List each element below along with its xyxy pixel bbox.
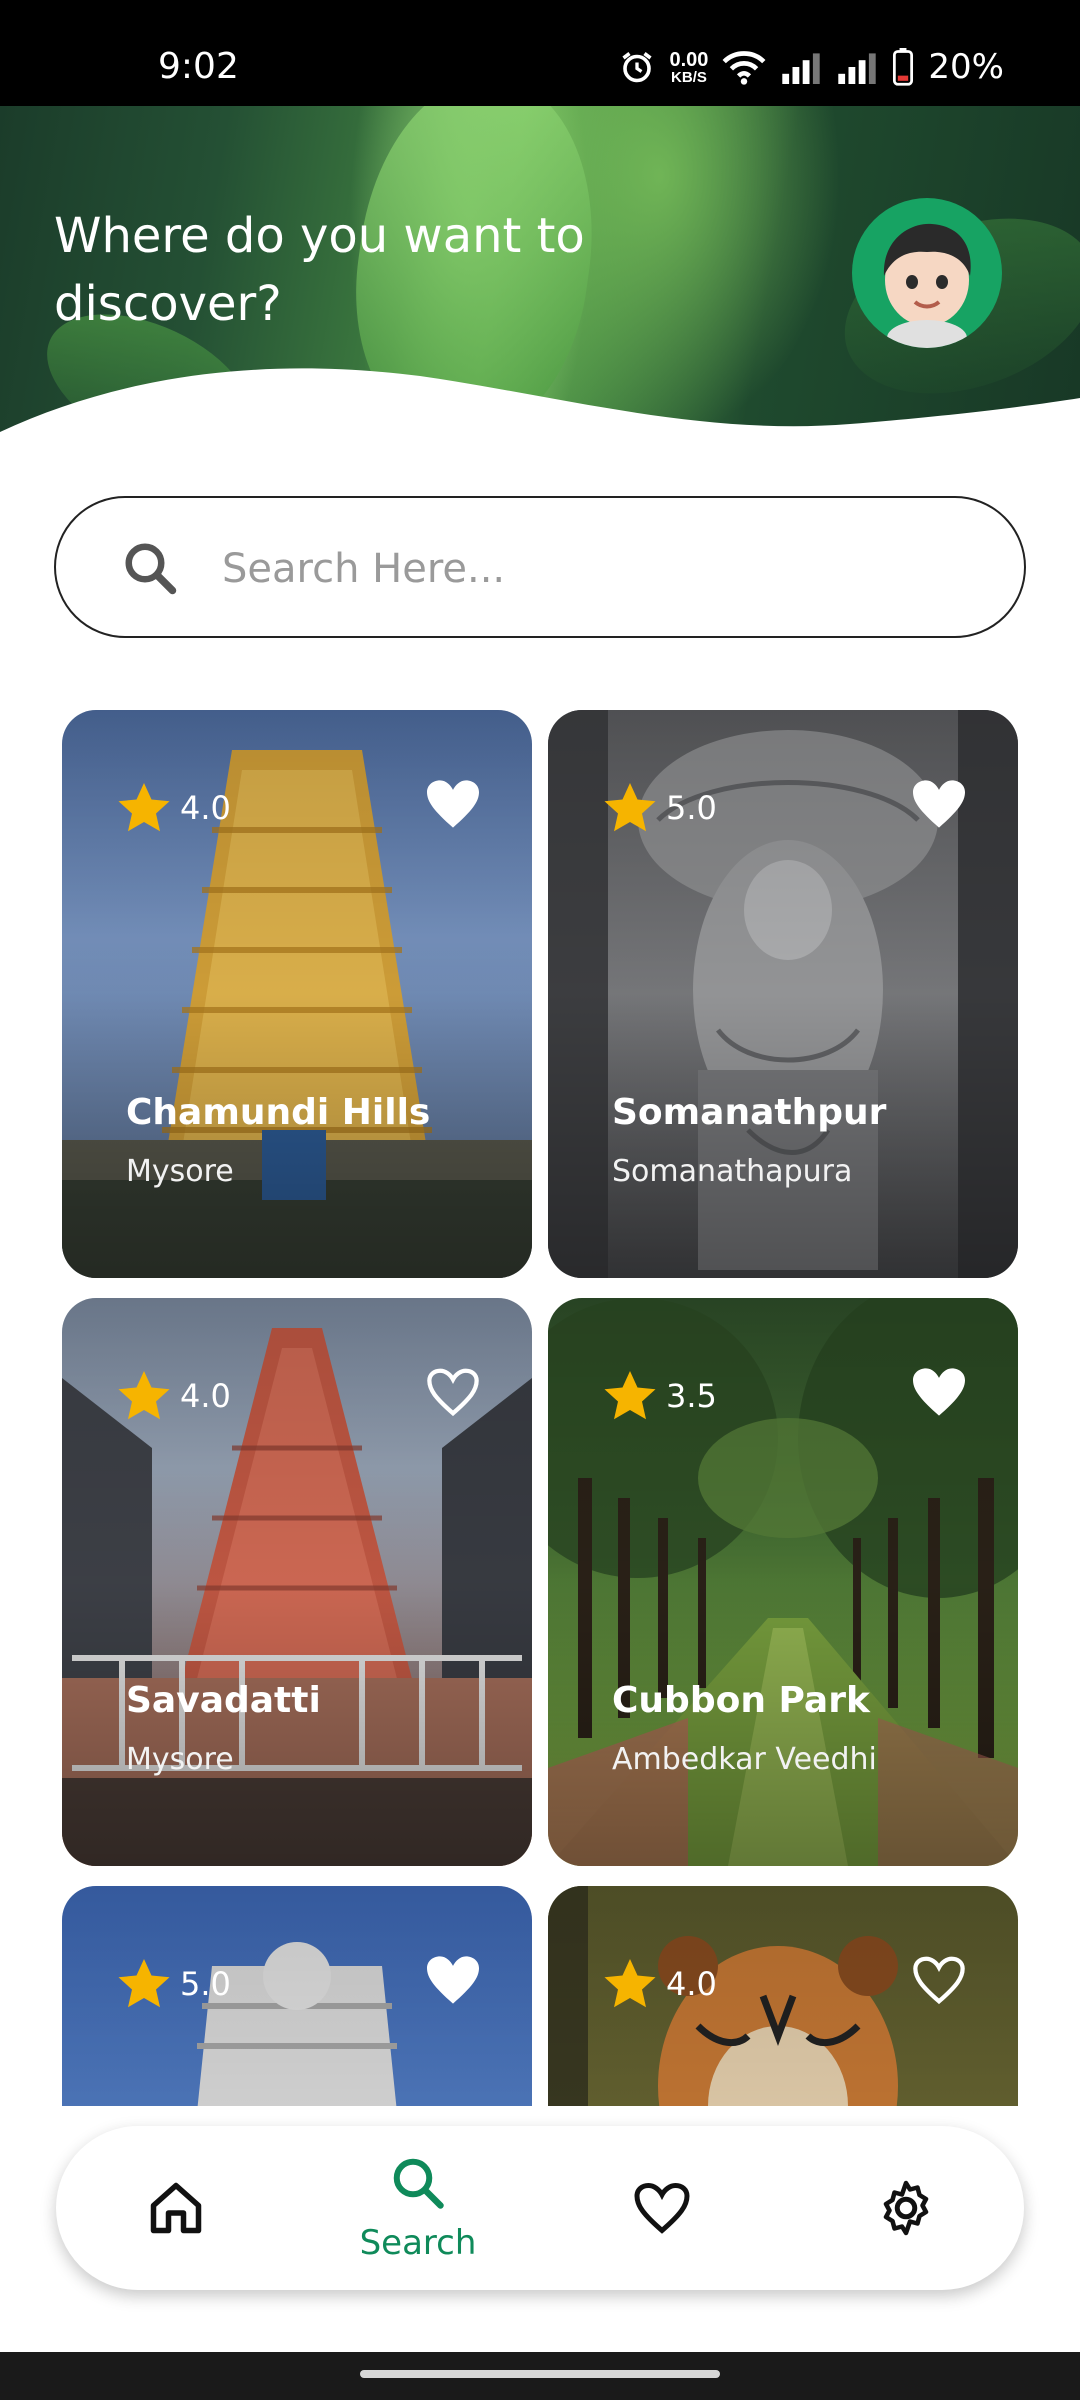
places-grid: 4.0 Chamundi Hills Mysore 5.0 Somanathpu… <box>62 710 1018 2106</box>
nav-favorites[interactable] <box>572 2126 752 2290</box>
heart-outline-icon[interactable] <box>910 1954 968 2006</box>
star-icon <box>118 783 170 832</box>
place-name: Somanathpur <box>612 1092 887 1133</box>
heart-icon[interactable] <box>910 778 968 830</box>
place-card[interactable]: 3.5 Cubbon Park Ambedkar Veedhi <box>548 1298 1018 1866</box>
heart-icon[interactable] <box>424 778 482 830</box>
nav-home[interactable] <box>86 2126 266 2290</box>
status-bar: 9:02 0.00 KB/S 20% <box>0 0 1080 106</box>
place-city: Ambedkar Veedhi <box>612 1742 877 1777</box>
place-card[interactable]: 5.0 <box>62 1886 532 2106</box>
rating: 4.0 <box>114 1366 231 1426</box>
nav-settings[interactable] <box>816 2126 996 2290</box>
status-icons: 0.00 KB/S 20% <box>619 44 1004 90</box>
place-card[interactable]: 4.0 Savadatti Mysore <box>62 1298 532 1866</box>
place-name: Savadatti <box>126 1680 321 1721</box>
star-icon <box>604 1371 656 1420</box>
search-icon <box>125 543 177 595</box>
search-bar[interactable] <box>54 496 1026 638</box>
rating: 5.0 <box>600 778 717 838</box>
rating-value: 5.0 <box>666 789 717 827</box>
header-banner: Where do you want to discover? <box>0 106 1080 466</box>
heart-icon[interactable] <box>424 1954 482 2006</box>
place-card[interactable]: 4.0 Chamundi Hills Mysore <box>62 710 532 1278</box>
rating-value: 4.0 <box>180 789 231 827</box>
bottom-nav: Search <box>56 2126 1024 2290</box>
battery-percent: 20% <box>928 47 1004 87</box>
avatar[interactable] <box>852 198 1002 348</box>
avatar-face-icon <box>883 223 971 348</box>
status-time: 9:02 <box>158 46 239 87</box>
rating: 5.0 <box>114 1954 231 2014</box>
place-card[interactable]: 5.0 Somanathpur Somanathapura <box>548 710 1018 1278</box>
rating: 4.0 <box>114 778 231 838</box>
rating-value: 5.0 <box>180 1965 231 2003</box>
page-title: Where do you want to discover? <box>54 208 585 332</box>
gesture-bar <box>0 2352 1080 2400</box>
home-indicator[interactable] <box>360 2370 720 2378</box>
star-icon <box>604 783 656 832</box>
signal-icon-2 <box>838 53 877 84</box>
network-speed: 0.00 KB/S <box>669 48 709 86</box>
heart-outline-icon[interactable] <box>424 1366 482 1418</box>
wifi-icon <box>722 51 766 85</box>
heart-icon <box>634 2182 690 2234</box>
signal-icon <box>782 53 821 84</box>
home-icon <box>150 2182 202 2234</box>
battery-icon <box>893 48 914 86</box>
rating-value: 4.0 <box>180 1377 231 1415</box>
place-name: Chamundi Hills <box>126 1092 431 1133</box>
rating-value: 3.5 <box>666 1377 717 1415</box>
star-icon <box>118 1959 170 2008</box>
place-city: Mysore <box>126 1742 234 1777</box>
place-name: Cubbon Park <box>612 1680 870 1721</box>
star-icon <box>118 1371 170 1420</box>
search-input[interactable] <box>220 528 984 610</box>
search-icon <box>393 2158 444 2209</box>
place-card[interactable]: 4.0 <box>548 1886 1018 2106</box>
place-city: Somanathapura <box>612 1154 853 1189</box>
star-icon <box>604 1959 656 2008</box>
rating-value: 4.0 <box>666 1965 717 2003</box>
nav-search[interactable]: Search <box>328 2126 508 2290</box>
gear-icon <box>883 2180 929 2236</box>
place-city: Mysore <box>126 1154 234 1189</box>
nav-search-label: Search <box>359 2223 477 2263</box>
heart-icon[interactable] <box>910 1366 968 1418</box>
rating: 4.0 <box>600 1954 717 2014</box>
rating: 3.5 <box>600 1366 717 1426</box>
alarm-icon <box>622 52 653 83</box>
